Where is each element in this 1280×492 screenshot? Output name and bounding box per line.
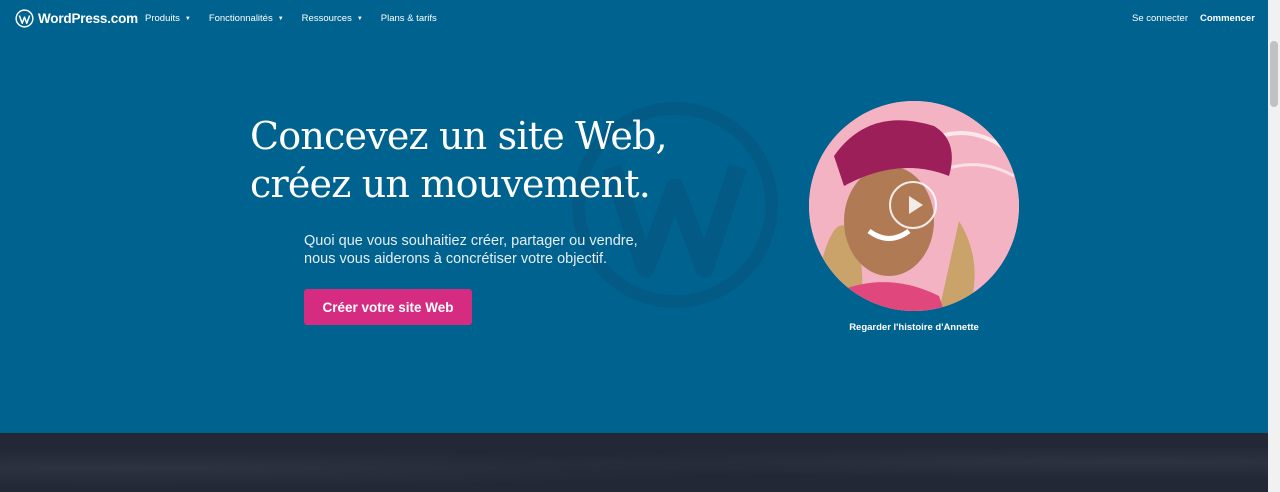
caret-down-icon: ▼: [356, 15, 363, 22]
main-menu: Produits ▼ Fonctionnalités ▼ Ressources …: [145, 13, 455, 24]
get-started-link[interactable]: Commencer: [1200, 13, 1255, 24]
menu-item-ressources[interactable]: Ressources ▼: [302, 13, 363, 24]
video-caption[interactable]: Regarder l'histoire d'Annette: [809, 322, 1019, 333]
menu-item-produits[interactable]: Produits ▼: [145, 13, 191, 24]
hero-subtitle: Quoi que vous souhaitiez créer, partager…: [304, 232, 638, 268]
subtitle-line: nous vous aiderons à concrétiser votre o…: [304, 251, 608, 267]
login-link[interactable]: Se connecter: [1132, 13, 1188, 24]
hero-headline: Concevez un site Web, créez un mouvement…: [250, 112, 668, 208]
dark-section: [0, 433, 1268, 492]
menu-item-label: Produits: [145, 13, 180, 24]
create-site-button[interactable]: Créer votre site Web: [304, 289, 472, 325]
page: WordPress.com Produits ▼ Fonctionnalités…: [0, 0, 1268, 492]
play-icon[interactable]: [889, 181, 937, 229]
menu-item-label: Plans & tarifs: [380, 13, 437, 24]
hero-section: WordPress.com Produits ▼ Fonctionnalités…: [0, 0, 1268, 433]
wordpress-logo-icon: [15, 9, 34, 28]
brand-name: WordPress.com: [38, 11, 138, 26]
scrollbar-thumb[interactable]: [1270, 41, 1278, 107]
caret-down-icon: ▼: [277, 15, 284, 22]
menu-item-plans-tarifs[interactable]: Plans & tarifs: [381, 13, 437, 24]
headline-line: Concevez un site Web,: [250, 114, 668, 158]
subtitle-line: Quoi que vous souhaitiez créer, partager…: [304, 233, 638, 249]
caret-down-icon: ▼: [184, 15, 191, 22]
headline-line: créez un mouvement.: [250, 162, 651, 206]
menu-item-label: Ressources: [301, 13, 352, 24]
menu-item-fonctionnalites[interactable]: Fonctionnalités ▼: [209, 13, 284, 24]
brand-logo[interactable]: WordPress.com: [15, 9, 138, 28]
top-navigation: WordPress.com Produits ▼ Fonctionnalités…: [0, 0, 1268, 38]
menu-item-label: Fonctionnalités: [208, 13, 273, 24]
